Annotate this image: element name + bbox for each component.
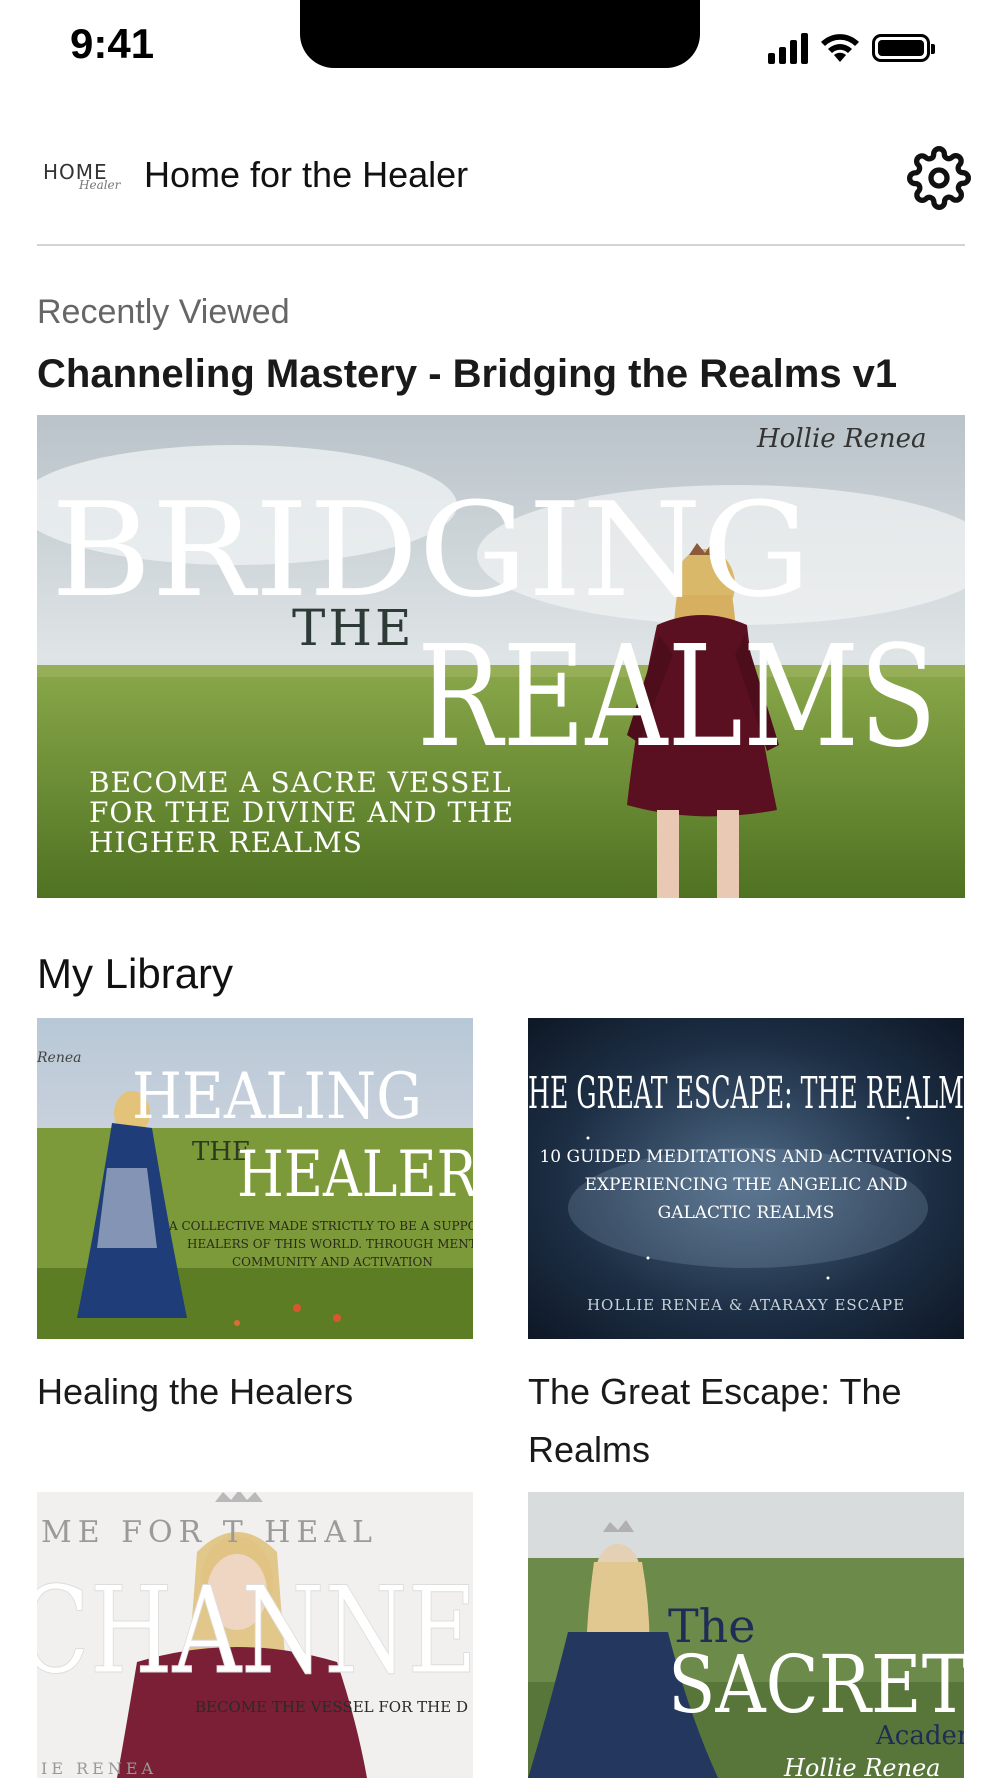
device-notch [300, 0, 700, 68]
app-header: HOME Healer Home for the Healer [37, 130, 971, 246]
card3-top: ME FOR T HEAL [41, 1515, 378, 1550]
card4-line2: SACRET [668, 1638, 964, 1731]
card2-line1: HE GREAT ESCAPE: THE REALM [528, 1068, 964, 1119]
app-title: Home for the Healer [144, 154, 469, 195]
hero-tagline-1: BECOME A SACRE VESSEL [89, 766, 511, 799]
library-item-image: ME FOR T HEAL CHANNE BECOME THE VESSEL F… [37, 1492, 473, 1778]
library-item-title[interactable]: The Great Escape: The Realms [528, 1363, 964, 1478]
settings-button[interactable] [905, 144, 973, 212]
recent-course-image: Hollie Renea BRIDGING THE REALMS BECOME … [37, 415, 965, 898]
logo-script: Healer [79, 178, 121, 192]
recent-course-title[interactable]: Channeling Mastery - Bridging the Realms… [37, 352, 897, 397]
app-logo: HOME Healer [43, 160, 121, 200]
card1-line1: HEALING [132, 1060, 422, 1134]
card2-tagline-3: GALACTIC REALMS [658, 1203, 835, 1223]
card1-tagline-2: HEALERS OF THIS WORLD. THROUGH MENTORSHI [187, 1237, 473, 1251]
library-item-channeling[interactable]: ME FOR T HEAL CHANNE BECOME THE VESSEL F… [37, 1492, 473, 1778]
library-item-image: Renea HEALING THE HEALER A COLLECTIVE MA… [37, 1018, 473, 1339]
hero-tagline-3: HIGHER REALMS [89, 826, 363, 859]
library-item-great-escape[interactable]: HE GREAT ESCAPE: THE REALM 10 GUIDED MED… [528, 1018, 964, 1478]
card1-corner: Renea [37, 1050, 81, 1066]
card1-tagline-1: A COLLECTIVE MADE STRICTLY TO BE A SUPPO… [168, 1219, 473, 1233]
hero-line3: REALMS [417, 616, 937, 779]
card1-line3: HEALER [237, 1138, 473, 1212]
gear-icon [907, 146, 971, 210]
card2-footer: HOLLIE RENEA & ATARAXY ESCAPE [587, 1296, 905, 1314]
hero-tagline-2: FOR THE DIVINE AND THE [89, 796, 514, 829]
card1-tagline-3: COMMUNITY AND ACTIVATION [232, 1255, 433, 1269]
hero-line1: BRIDGING [51, 474, 811, 626]
signal-icon [768, 32, 808, 64]
card4-line3: Acaden [875, 1721, 964, 1751]
library-item-image: HE GREAT ESCAPE: THE REALM 10 GUIDED MED… [528, 1018, 964, 1339]
library-item-sacred-academy[interactable]: The SACRET Acaden Hollie Renea [528, 1492, 964, 1778]
hero-line2: THE [292, 599, 414, 657]
recent-course-card[interactable]: Hollie Renea BRIDGING THE REALMS BECOME … [37, 415, 965, 898]
card4-signature: Hollie Renea [783, 1754, 940, 1778]
status-icons [768, 30, 935, 66]
wifi-icon [821, 34, 859, 62]
library-item-title[interactable]: Healing the Healers [37, 1363, 473, 1421]
hero-signature: Hollie Renea [756, 424, 927, 454]
status-bar: 9:41 [0, 0, 1000, 100]
card3-tagline: BECOME THE VESSEL FOR THE D [195, 1698, 468, 1716]
battery-icon [872, 34, 935, 62]
card2-tagline-1: 10 GUIDED MEDITATIONS AND ACTIVATIONS [539, 1147, 952, 1167]
card2-tagline-2: EXPERIENCING THE ANGELIC AND [584, 1175, 907, 1195]
status-time: 9:41 [70, 20, 155, 67]
library-heading: My Library [37, 950, 234, 997]
library-item-healing-the-healers[interactable]: Renea HEALING THE HEALER A COLLECTIVE MA… [37, 1018, 473, 1438]
library-item-image: The SACRET Acaden Hollie Renea [528, 1492, 964, 1778]
card3-line1: CHANNE [37, 1562, 473, 1701]
recently-viewed-label: Recently Viewed [37, 293, 290, 331]
card3-bottom: IE RENEA [41, 1759, 157, 1778]
